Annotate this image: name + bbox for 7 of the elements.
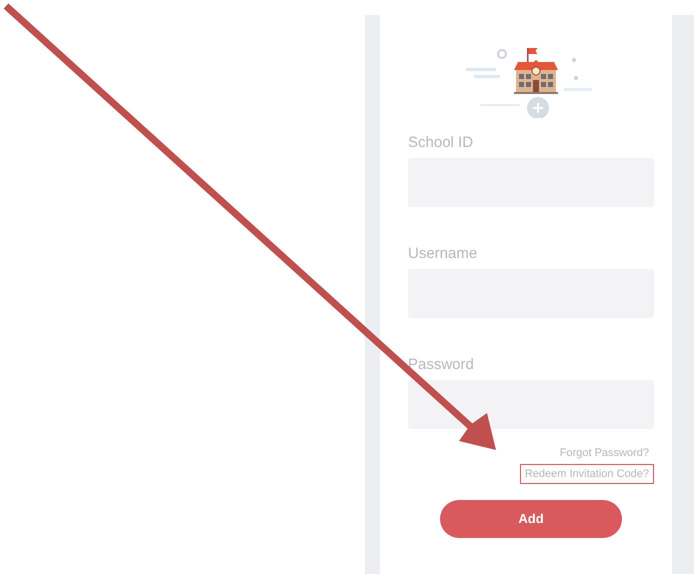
input-field[interactable] <box>408 380 654 429</box>
field-label: School ID <box>408 134 474 152</box>
text-link[interactable]: Forgot Password? <box>554 443 654 464</box>
field-label: Username <box>408 245 478 263</box>
add-button[interactable]: Add <box>440 500 622 538</box>
text-link[interactable]: Redeem Invitation Code? <box>520 464 654 484</box>
field-label: Password <box>408 356 475 374</box>
